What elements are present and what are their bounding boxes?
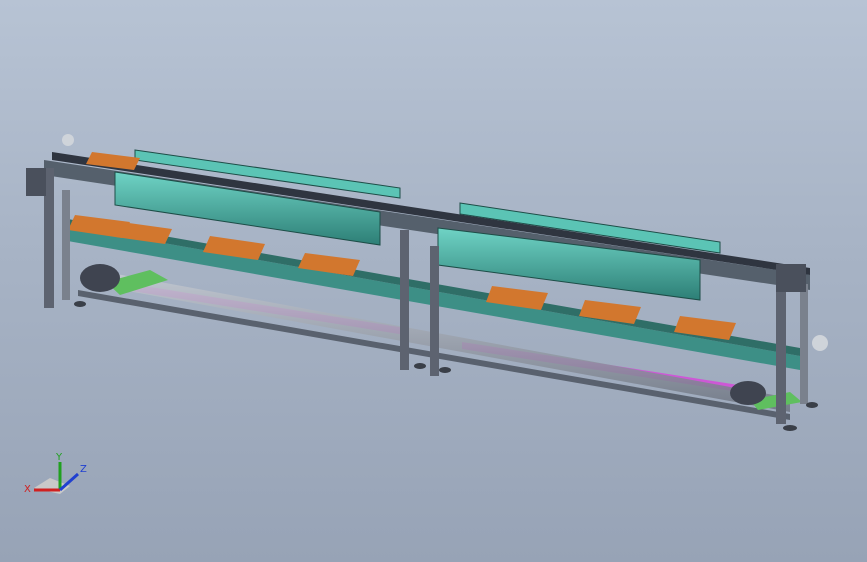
- end-cap-right: [776, 264, 806, 292]
- conveyor-assembly-model[interactable]: [0, 0, 867, 562]
- cad-viewport[interactable]: Y X Z: [0, 0, 867, 562]
- foot-3: [439, 367, 451, 373]
- foot-2: [414, 363, 426, 369]
- y-axis-label: Y: [55, 452, 63, 463]
- pallet-1: [86, 152, 140, 170]
- motor-right: [730, 381, 766, 405]
- frame-post-right-front: [776, 292, 786, 424]
- x-axis-label: X: [24, 484, 31, 495]
- frame-post-right-back: [800, 284, 808, 404]
- foot-1: [74, 301, 86, 307]
- foot-5: [806, 402, 818, 408]
- frame-post-middle-a: [400, 230, 409, 370]
- frame-post-left-back: [62, 190, 70, 300]
- z-axis-line: [59, 472, 79, 492]
- motor-left: [80, 264, 120, 292]
- z-axis-label: Z: [80, 464, 87, 475]
- end-cap-left: [26, 168, 46, 196]
- triad-icon: Y X Z: [24, 452, 87, 495]
- pulley-right: [812, 335, 828, 351]
- pulley-left: [62, 134, 74, 146]
- foot-4: [783, 425, 797, 431]
- frame-post-middle-b: [430, 246, 439, 376]
